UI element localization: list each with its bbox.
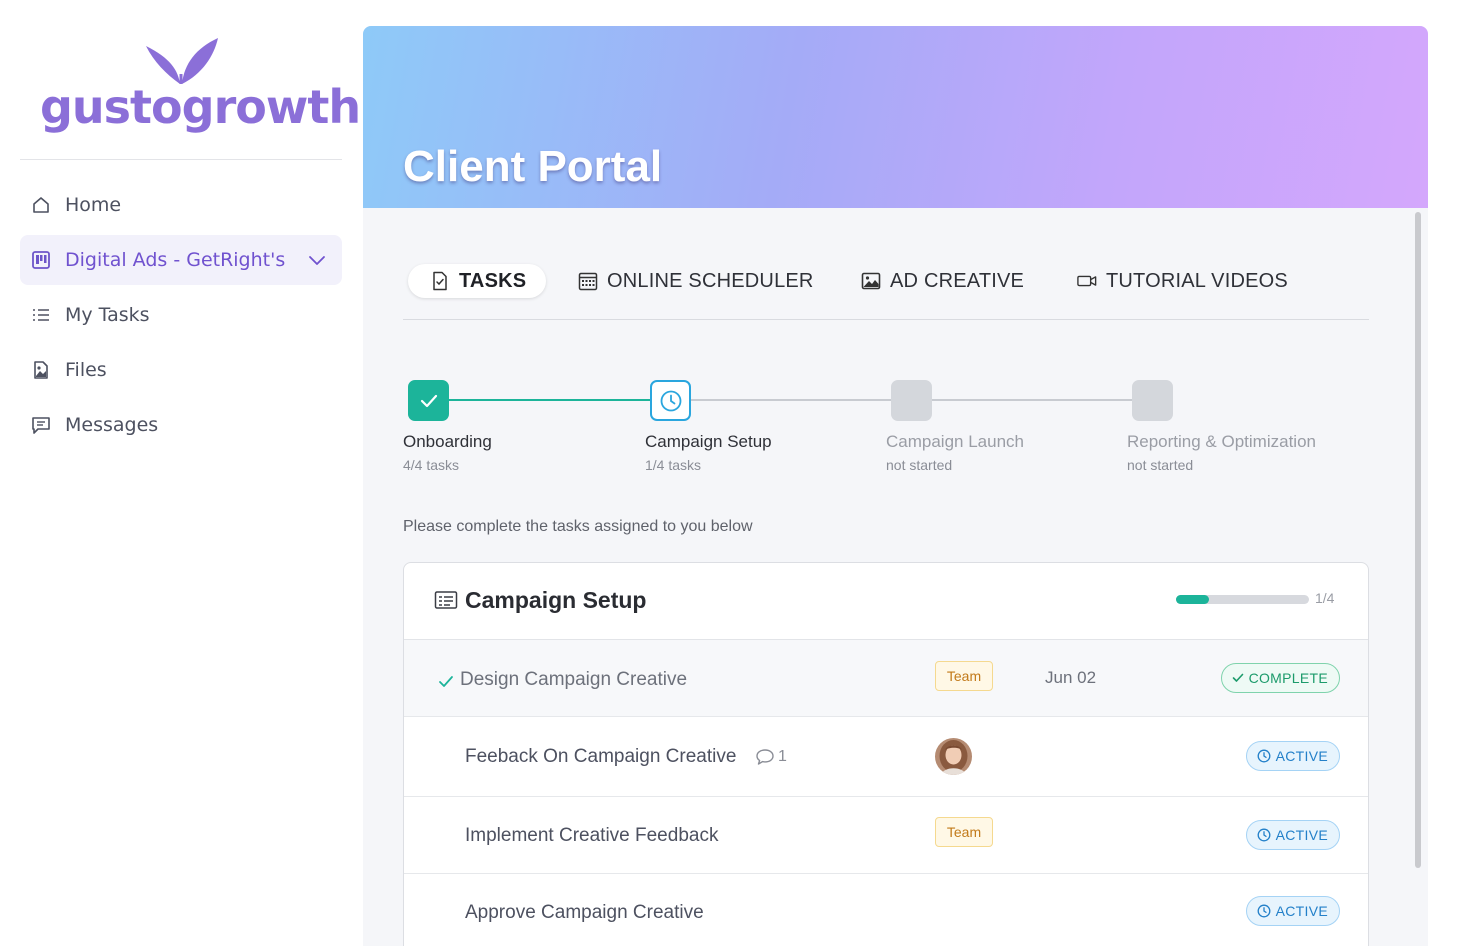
task-name[interactable]: Design Campaign Creative xyxy=(460,669,687,691)
instructions-text: Please complete the tasks assigned to yo… xyxy=(403,518,753,535)
step-subtitle: not started xyxy=(1127,457,1194,473)
list-icon xyxy=(30,304,52,326)
comment-count-label: 1 xyxy=(778,748,787,765)
sidebar-item-label: My Tasks xyxy=(65,304,150,326)
stepper-connector-complete xyxy=(448,399,650,401)
tab-online-scheduler[interactable]: ONLINE SCHEDULER xyxy=(578,264,814,298)
step-subtitle: 1/4 tasks xyxy=(645,457,702,473)
status-badge-complete[interactable]: COMPLETE xyxy=(1220,663,1340,693)
status-label: ACTIVE xyxy=(1275,748,1328,764)
task-row[interactable]: Approve Campaign Creative ACTIVE xyxy=(404,874,1368,946)
logo-text: gustogrowth xyxy=(40,80,361,134)
tab-bar: TASKS ONLINE SCHEDULER AD CREATIVE TUTOR… xyxy=(403,260,1369,320)
task-group-card: Campaign Setup 1/4 Design Campaign Creat… xyxy=(403,562,1369,946)
checklist-card-icon xyxy=(434,590,458,614)
clock-icon xyxy=(660,390,681,411)
step-subtitle: 4/4 tasks xyxy=(403,457,460,473)
status-badge-active[interactable]: ACTIVE xyxy=(1245,741,1340,771)
tab-label: AD CREATIVE xyxy=(890,269,1025,292)
message-icon xyxy=(30,414,52,436)
task-group-progress-bar xyxy=(1176,595,1309,604)
task-row[interactable]: Design Campaign Creative Team Jun 02 COM… xyxy=(404,640,1368,717)
clock-icon xyxy=(1257,904,1271,918)
step-subtitle: not started xyxy=(886,457,953,473)
task-name[interactable]: Implement Creative Feedback xyxy=(465,825,718,847)
tab-ad-creative[interactable]: AD CREATIVE xyxy=(861,264,1024,298)
sidebar-item-home[interactable]: Home xyxy=(20,180,342,230)
check-icon xyxy=(1232,673,1244,683)
sidebar-divider xyxy=(20,159,342,160)
task-name[interactable]: Feeback On Campaign Creative xyxy=(465,746,736,768)
sidebar: gustogrowth Home Digital Ads - GetRight'… xyxy=(0,0,362,946)
task-name[interactable]: Approve Campaign Creative xyxy=(465,902,704,924)
tab-label: TASKS xyxy=(459,269,527,292)
check-icon xyxy=(420,394,437,407)
clock-icon xyxy=(1257,828,1271,842)
sidebar-item-messages[interactable]: Messages xyxy=(20,400,342,450)
tab-tasks[interactable]: TASKS xyxy=(408,264,547,298)
stage-stepper: Onboarding 4/4 tasks Campaign Setup 1/4 … xyxy=(403,378,1369,488)
clock-icon xyxy=(1257,749,1271,763)
status-badge-active[interactable]: ACTIVE xyxy=(1245,820,1340,850)
step-reporting-node[interactable] xyxy=(1132,380,1173,421)
task-group-title: Campaign Setup xyxy=(465,587,647,613)
video-camera-icon xyxy=(1077,271,1097,291)
step-name: Onboarding xyxy=(403,432,492,451)
scrollbar-thumb[interactable] xyxy=(1415,212,1421,868)
sidebar-item-my-tasks[interactable]: My Tasks xyxy=(20,290,342,340)
task-group-header[interactable]: Campaign Setup 1/4 xyxy=(404,563,1368,640)
status-label: ACTIVE xyxy=(1275,827,1328,843)
stepper-connector xyxy=(690,399,891,401)
image-icon xyxy=(861,271,881,291)
page-title: Client Portal xyxy=(403,142,663,191)
stepper-connector xyxy=(931,399,1132,401)
checkmark-icon xyxy=(438,674,454,693)
main-panel: Client Portal TASKS ONLINE SCHEDULER AD … xyxy=(363,26,1428,946)
status-label: COMPLETE xyxy=(1248,670,1328,686)
sidebar-item-label: Home xyxy=(65,194,122,216)
progress-fill xyxy=(1176,595,1210,604)
comment-icon xyxy=(756,749,774,765)
home-icon xyxy=(30,194,52,216)
calendar-icon xyxy=(578,271,598,291)
sidebar-item-label: Files xyxy=(65,359,107,381)
header-banner: Client Portal xyxy=(363,26,1428,208)
file-image-icon xyxy=(30,359,52,381)
task-row[interactable]: Feeback On Campaign Creative 1 ACTIVE xyxy=(404,717,1368,797)
comment-count[interactable]: 1 xyxy=(755,748,787,766)
sidebar-item-label: Messages xyxy=(65,414,159,436)
team-assignee-badge: Team xyxy=(935,817,993,847)
team-assignee-badge: Team xyxy=(935,661,993,691)
step-name: Campaign Launch xyxy=(886,432,1024,451)
tab-label: ONLINE SCHEDULER xyxy=(607,269,814,292)
gustogrowth-logo[interactable]: gustogrowth xyxy=(20,28,361,138)
chevron-down-icon[interactable] xyxy=(308,252,326,271)
task-file-icon xyxy=(430,271,450,291)
step-campaign-setup-node[interactable] xyxy=(650,380,691,421)
tab-label: TUTORIAL VIDEOS xyxy=(1106,269,1288,292)
sidebar-nav: Home Digital Ads - GetRight's My Tasks F… xyxy=(20,180,342,455)
progress-count: 1/4 xyxy=(1315,590,1335,606)
sidebar-item-label: Digital Ads - GetRight's xyxy=(65,249,286,271)
step-name: Campaign Setup xyxy=(645,432,772,451)
app-window: gustogrowth Home Digital Ads - GetRight'… xyxy=(0,0,1458,946)
avatar[interactable] xyxy=(935,738,972,775)
tab-tutorial-videos[interactable]: TUTORIAL VIDEOS xyxy=(1077,264,1288,298)
step-name: Reporting & Optimization xyxy=(1127,432,1316,451)
status-badge-active[interactable]: ACTIVE xyxy=(1245,896,1340,926)
project-board-icon xyxy=(30,249,52,271)
leaf-logo-icon xyxy=(146,38,218,84)
task-due-date: Jun 02 xyxy=(1045,668,1097,687)
vertical-scrollbar[interactable] xyxy=(1413,212,1423,942)
step-onboarding-node[interactable] xyxy=(408,380,449,421)
task-row[interactable]: Implement Creative Feedback Team ACTIVE xyxy=(404,797,1368,874)
status-label: ACTIVE xyxy=(1275,903,1328,919)
sidebar-item-digital-ads[interactable]: Digital Ads - GetRight's xyxy=(20,235,342,285)
step-campaign-launch-node[interactable] xyxy=(891,380,932,421)
sidebar-item-files[interactable]: Files xyxy=(20,345,342,395)
